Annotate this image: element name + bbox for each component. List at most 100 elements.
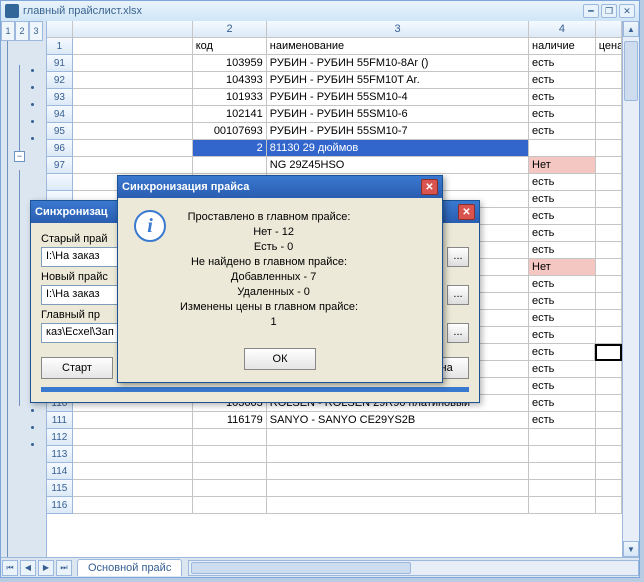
cell[interactable] <box>596 55 622 72</box>
cell[interactable]: РУБИН - РУБИН 55FM10T Ar. <box>267 72 529 89</box>
table-row[interactable]: 93101933РУБИН - РУБИН 55SM10-4есть <box>47 89 622 106</box>
cell[interactable] <box>596 429 622 446</box>
table-row[interactable]: 115 <box>47 480 622 497</box>
cell[interactable] <box>193 480 267 497</box>
cell[interactable] <box>193 446 267 463</box>
cell[interactable] <box>596 497 622 514</box>
cell[interactable]: есть <box>529 123 596 140</box>
cell[interactable]: РУБИН - РУБИН 55SM10-6 <box>267 106 529 123</box>
cell[interactable] <box>529 140 596 157</box>
browse-button[interactable]: ... <box>447 247 469 267</box>
cell[interactable]: Нет <box>529 259 596 276</box>
cell[interactable] <box>73 89 193 106</box>
row-header[interactable]: 94 <box>47 106 73 123</box>
scroll-thumb[interactable] <box>191 562 411 574</box>
cell[interactable]: наименование <box>267 38 529 55</box>
cell[interactable] <box>596 361 622 378</box>
sheet-tab[interactable]: Основной прайс <box>77 559 182 576</box>
cell[interactable]: наличие <box>529 38 596 55</box>
cell[interactable] <box>596 106 622 123</box>
cell[interactable]: есть <box>529 106 596 123</box>
cell[interactable]: есть <box>529 378 596 395</box>
cell[interactable] <box>267 497 529 514</box>
row-header[interactable]: 93 <box>47 89 73 106</box>
cell[interactable]: РУБИН - РУБИН 55SM10-4 <box>267 89 529 106</box>
col-header[interactable] <box>596 21 622 38</box>
table-row[interactable]: 1 код наименование наличие цена <box>47 38 622 55</box>
cell[interactable]: РУБИН - РУБИН 55FM10-8Ar () <box>267 55 529 72</box>
tab-nav-last-icon[interactable]: ⏭ <box>56 560 72 576</box>
table-row[interactable]: 114 <box>47 463 622 480</box>
col-header[interactable]: 3 <box>267 21 529 38</box>
browse-button[interactable]: ... <box>447 285 469 305</box>
row-header[interactable] <box>47 174 73 191</box>
cell[interactable]: есть <box>529 191 596 208</box>
outline-collapse-icon[interactable]: − <box>14 151 25 162</box>
scroll-thumb[interactable] <box>624 41 638 101</box>
cell[interactable] <box>73 429 193 446</box>
cell[interactable] <box>596 89 622 106</box>
cell[interactable]: 116179 <box>193 412 267 429</box>
cell[interactable] <box>596 463 622 480</box>
row-header[interactable]: 95 <box>47 123 73 140</box>
cell[interactable]: есть <box>529 395 596 412</box>
cell[interactable]: 104393 <box>193 72 267 89</box>
cell[interactable] <box>596 225 622 242</box>
cell[interactable]: есть <box>529 327 596 344</box>
cell[interactable] <box>193 429 267 446</box>
cell[interactable] <box>73 123 193 140</box>
cell[interactable] <box>596 412 622 429</box>
row-header[interactable]: 112 <box>47 429 73 446</box>
browse-button[interactable]: ... <box>447 323 469 343</box>
mdi-titlebar[interactable]: главный прайслист.xlsx ━ ❐ ✕ <box>1 1 639 21</box>
cell[interactable]: есть <box>529 55 596 72</box>
cell[interactable]: 102141 <box>193 106 267 123</box>
cell[interactable] <box>596 395 622 412</box>
cell[interactable]: Нет <box>529 157 596 174</box>
cell[interactable]: SANYO - SANYO CE29YS2B <box>267 412 529 429</box>
cell[interactable]: есть <box>529 225 596 242</box>
cell[interactable] <box>267 446 529 463</box>
tab-nav-next-icon[interactable]: ▶ <box>38 560 54 576</box>
cell[interactable] <box>596 72 622 89</box>
cell[interactable] <box>73 106 193 123</box>
table-row[interactable]: 111116179SANYO - SANYO CE29YS2Bесть <box>47 412 622 429</box>
row-header[interactable]: 92 <box>47 72 73 89</box>
cell[interactable]: есть <box>529 174 596 191</box>
cell[interactable] <box>596 123 622 140</box>
cell[interactable] <box>595 344 622 361</box>
cell[interactable] <box>267 429 529 446</box>
cell[interactable] <box>596 157 622 174</box>
table-row[interactable]: 9500107693РУБИН - РУБИН 55SM10-7есть <box>47 123 622 140</box>
cell[interactable] <box>596 191 622 208</box>
dialog-titlebar[interactable]: Синхронизация прайса ✕ <box>118 176 442 198</box>
cell[interactable]: есть <box>529 72 596 89</box>
scroll-down-icon[interactable]: ▼ <box>623 541 639 557</box>
table-row[interactable]: 112 <box>47 429 622 446</box>
cell[interactable]: есть <box>529 242 596 259</box>
row-header[interactable]: 111 <box>47 412 73 429</box>
table-row[interactable]: 94 102141РУБИН - РУБИН 55SM10-6есть <box>47 106 622 123</box>
start-button[interactable]: Старт <box>41 357 113 379</box>
cell[interactable] <box>267 463 529 480</box>
row-header[interactable]: 91 <box>47 55 73 72</box>
tab-nav-first-icon[interactable]: ⏮ <box>2 560 18 576</box>
cell[interactable]: код <box>193 38 267 55</box>
cell[interactable] <box>596 259 622 276</box>
cell[interactable] <box>73 157 193 174</box>
cell[interactable] <box>596 327 622 344</box>
cell[interactable] <box>529 480 596 497</box>
column-headers[interactable]: 2 3 4 <box>47 21 622 38</box>
cell[interactable] <box>596 208 622 225</box>
ok-button[interactable]: ОК <box>244 348 316 370</box>
row-header[interactable]: 96 <box>47 140 73 157</box>
cell[interactable] <box>596 140 622 157</box>
cell[interactable] <box>529 497 596 514</box>
cell[interactable]: 81130 29 дюймов <box>267 140 529 157</box>
cell[interactable] <box>73 72 193 89</box>
table-row[interactable]: 97NG 29Z45HSOНет <box>47 157 622 174</box>
cell[interactable]: есть <box>529 344 596 361</box>
cell[interactable] <box>73 55 193 72</box>
cell[interactable] <box>73 140 193 157</box>
cell[interactable]: цена <box>596 38 622 55</box>
